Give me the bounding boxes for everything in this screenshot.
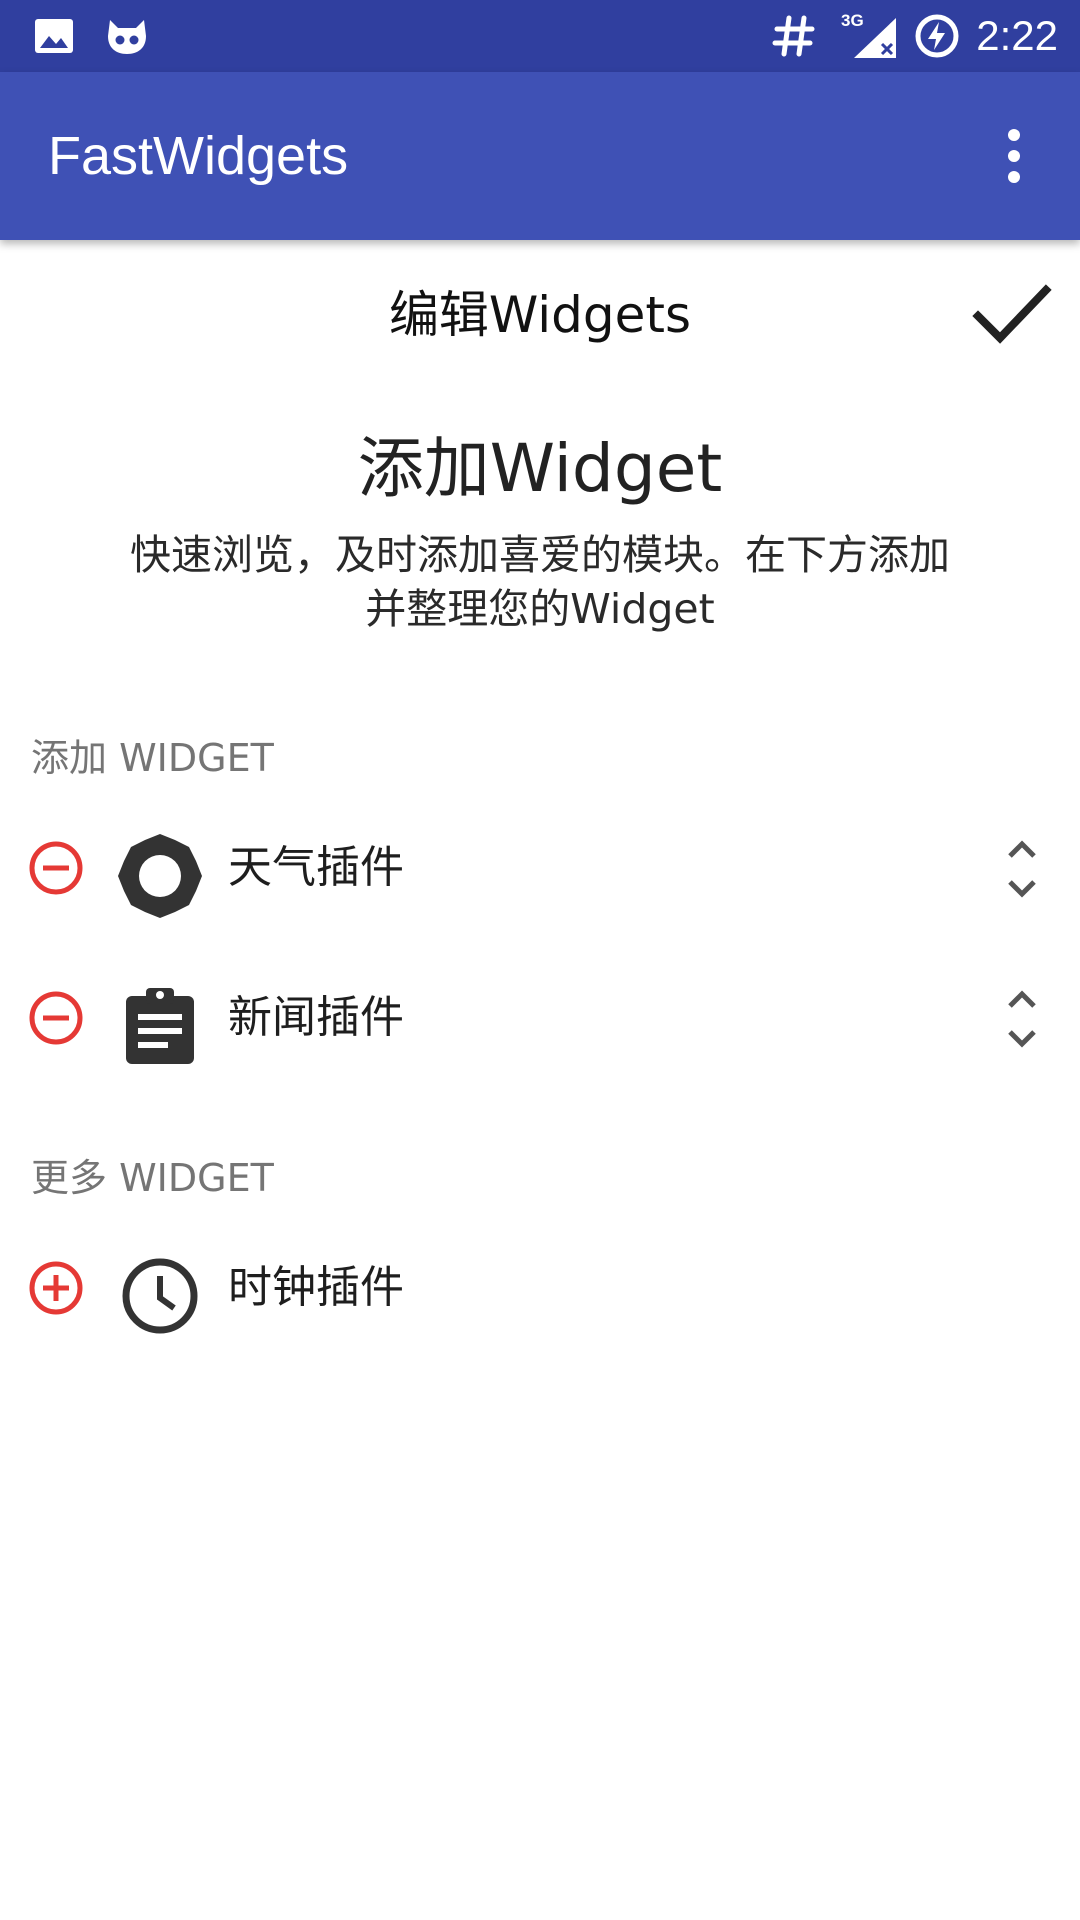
unfold-more-icon[interactable] <box>990 984 1054 1054</box>
app-bar: FastWidgets <box>0 72 1080 240</box>
check-icon[interactable] <box>970 278 1054 352</box>
intro-description: 快速浏览，及时添加喜爱的模块。在下方添加并整理您的Widget <box>130 531 950 633</box>
editor-title: 编辑Widgets <box>388 286 692 344</box>
hash-icon <box>768 0 820 72</box>
status-time: 2:22 <box>976 12 1058 59</box>
brightness-icon <box>112 828 208 924</box>
image-icon <box>32 0 76 72</box>
intro-title: 添加Widget <box>357 430 723 507</box>
section-label-added: 添加 WIDGET <box>31 736 274 780</box>
widget-row-clock: 时钟插件 <box>0 1228 1080 1348</box>
add-circle-icon[interactable] <box>26 1258 86 1318</box>
remove-circle-icon[interactable] <box>26 838 86 898</box>
widget-row-news: 新闻插件 <box>0 958 1080 1078</box>
widget-row-weather: 天气插件 <box>0 808 1080 928</box>
section-label-more: 更多 WIDGET <box>31 1156 274 1200</box>
battery-charging-icon <box>912 0 962 72</box>
status-bar: 3G 2:22 <box>0 0 1080 72</box>
app-title: FastWidgets <box>48 126 349 186</box>
network-type: 3G <box>841 11 864 30</box>
unfold-more-icon[interactable] <box>990 834 1054 904</box>
more-vert-icon[interactable] <box>978 120 1050 192</box>
widget-label: 时钟插件 <box>228 1262 404 1313</box>
remove-circle-icon[interactable] <box>26 988 86 1048</box>
cyanogen-icon <box>102 0 152 72</box>
widget-label: 天气插件 <box>228 842 404 893</box>
clock-icon <box>112 1248 208 1344</box>
widget-label: 新闻插件 <box>228 992 404 1043</box>
clipboard-icon <box>112 978 208 1074</box>
signal-icon: 3G <box>840 0 902 72</box>
